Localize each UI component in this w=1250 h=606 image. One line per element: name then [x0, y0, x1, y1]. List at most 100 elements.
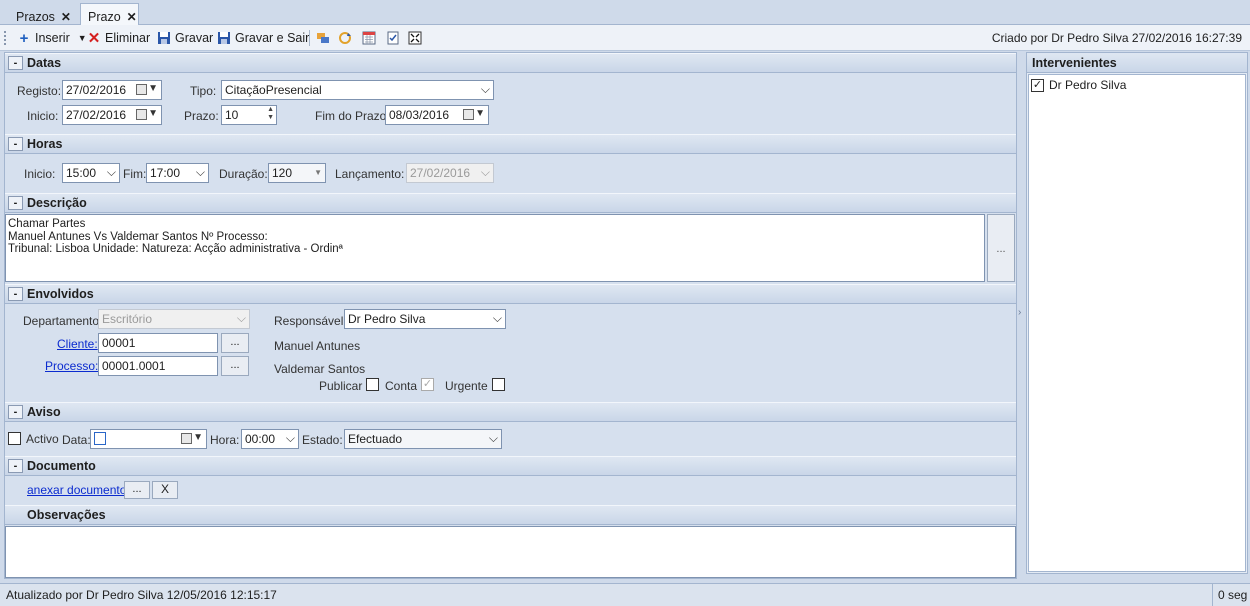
checklist-button[interactable]: [383, 29, 403, 47]
date-checkbox[interactable]: [94, 432, 106, 445]
calendar-icon: [136, 109, 147, 120]
expand-icon: [408, 31, 422, 45]
collapse-button[interactable]: -: [8, 196, 23, 210]
hora-fim-value: 17:00: [150, 166, 181, 180]
collapse-button[interactable]: -: [8, 405, 23, 419]
list-item[interactable]: ✓ Dr Pedro Silva: [1031, 78, 1126, 92]
section-aviso: - Aviso: [5, 402, 1016, 422]
refresh-button[interactable]: [335, 29, 355, 47]
registo-date-field[interactable]: 27/02/2016 ▼: [62, 80, 162, 100]
interveniente-checkbox[interactable]: ✓: [1031, 78, 1044, 92]
refresh-icon: [338, 31, 352, 45]
descricao-line: Chamar Partes: [8, 218, 86, 230]
chevron-down-icon[interactable]: ⌵: [286, 431, 295, 446]
tipo-select[interactable]: CitaçãoPresencial ⌵: [221, 80, 494, 100]
descricao-textarea[interactable]: Chamar Partes Manuel Antunes Vs Valdemar…: [5, 214, 985, 282]
chevron-down-icon[interactable]: ⌵: [196, 165, 205, 180]
save-label: Gravar: [175, 31, 214, 45]
intervenientes-header: Intervenientes: [1027, 53, 1247, 73]
departamento-value: Escritório: [102, 312, 153, 326]
chevron-down-icon[interactable]: ⌵: [481, 82, 490, 97]
chevron-down-icon[interactable]: ▼: [148, 108, 158, 119]
responsavel-label: Responsável:: [274, 314, 347, 328]
prazo-value: 10: [225, 108, 239, 122]
save-button[interactable]: Gravar: [154, 29, 216, 47]
prazo-stepper[interactable]: 10 ▲ ▼: [221, 105, 277, 125]
lancamento-value: 27/02/2016: [410, 166, 471, 180]
descricao-more-button[interactable]: ...: [987, 214, 1015, 282]
prazo-label: Prazo:: [184, 109, 219, 123]
fullscreen-button[interactable]: [405, 29, 425, 47]
departamento-select: Escritório ⌵: [98, 309, 250, 329]
registo-value: 27/02/2016: [66, 83, 127, 97]
intervenientes-panel: Intervenientes ✓ Dr Pedro Silva: [1026, 52, 1248, 574]
aviso-hora-select[interactable]: 00:00 ⌵: [241, 429, 299, 449]
remove-document-button[interactable]: X: [152, 481, 178, 499]
duracao-select[interactable]: 120 ▼: [268, 163, 326, 183]
collapse-button[interactable]: -: [8, 137, 23, 151]
processo-link[interactable]: Processo:: [45, 359, 98, 373]
lancamento-label: Lançamento:: [335, 167, 405, 181]
section-title: Descrição: [27, 196, 87, 210]
chevron-right-icon[interactable]: ›: [1018, 307, 1021, 318]
aviso-date-field[interactable]: ▼: [90, 429, 207, 449]
floppy-icon: [217, 31, 231, 45]
insert-label: Inserir: [35, 31, 70, 45]
cliente-name: Manuel Antunes: [274, 339, 361, 353]
section-envolvidos: - Envolvidos: [5, 284, 1016, 304]
cliente-lookup-button[interactable]: ...: [221, 333, 249, 353]
publicar-checkbox[interactable]: [366, 378, 379, 391]
status-bar: Atualizado por Dr Pedro Silva 12/05/2016…: [0, 583, 1250, 606]
attach-document-link[interactable]: anexar documento: [27, 483, 126, 497]
aviso-data-label: Data:: [62, 433, 91, 447]
stepper-arrows-icon[interactable]: ▲ ▼: [267, 106, 274, 122]
section-observacoes: Observações: [5, 505, 1016, 525]
save-exit-button[interactable]: Gravar e Sair: [214, 29, 312, 47]
urgente-checkbox[interactable]: [492, 378, 505, 391]
collapse-button[interactable]: -: [8, 459, 23, 473]
delete-button[interactable]: ✕ Eliminar: [84, 29, 153, 47]
chevron-down-icon[interactable]: ⌵: [489, 431, 498, 446]
fim-prazo-date-field[interactable]: 08/03/2016 ▼: [385, 105, 489, 125]
aviso-estado-select[interactable]: Efectuado ⌵: [344, 429, 502, 449]
chevron-down-icon[interactable]: ▼: [193, 432, 203, 443]
splitter[interactable]: ›: [1018, 52, 1025, 579]
departamento-label: Departamento:: [23, 314, 103, 328]
chevron-down-icon[interactable]: ⌵: [107, 165, 116, 180]
cliente-link[interactable]: Cliente:: [57, 337, 98, 351]
tab-prazo[interactable]: Prazo ✕: [80, 3, 139, 25]
hora-inicio-label: Inicio:: [24, 167, 56, 181]
conta-checkbox: ✓: [421, 378, 434, 391]
calendar-icon: [181, 433, 192, 444]
processo-lookup-button[interactable]: ...: [221, 356, 249, 376]
collapse-button[interactable]: -: [8, 56, 23, 70]
attach-browse-button[interactable]: ...: [124, 481, 150, 499]
observacoes-textarea[interactable]: [5, 526, 1016, 578]
chevron-down-icon[interactable]: ▼: [148, 83, 158, 94]
tab-prazos[interactable]: Prazos ✕: [2, 3, 81, 25]
hora-inicio-select[interactable]: 15:00 ⌵: [62, 163, 120, 183]
hora-fim-select[interactable]: 17:00 ⌵: [146, 163, 209, 183]
tab-label: Prazo: [88, 10, 121, 24]
responsavel-select[interactable]: Dr Pedro Silva ⌵: [344, 309, 506, 329]
transfer-button[interactable]: [313, 29, 333, 47]
insert-button[interactable]: + Inserir ▼: [14, 29, 90, 47]
processo-input[interactable]: 00001.0001: [98, 356, 218, 376]
aviso-estado-value: Efectuado: [348, 432, 403, 446]
calendar-button[interactable]: [359, 29, 379, 47]
descricao-line: Tribunal: Lisboa Unidade: Natureza: Acçã…: [8, 243, 343, 255]
calendar-icon: [136, 84, 147, 95]
cliente-value: 00001: [102, 336, 136, 350]
inicio-label: Inicio:: [27, 109, 59, 123]
chevron-down-icon[interactable]: ▼: [475, 108, 485, 119]
chevron-down-icon[interactable]: ▼: [314, 168, 322, 177]
cliente-input[interactable]: 00001: [98, 333, 218, 353]
inicio-date-field[interactable]: 27/02/2016 ▼: [62, 105, 162, 125]
close-icon[interactable]: ✕: [61, 10, 71, 24]
lancamento-select: 27/02/2016 ⌵: [406, 163, 494, 183]
elapsed-time: 0 seg: [1218, 588, 1248, 602]
close-icon[interactable]: ✕: [127, 10, 137, 24]
chevron-down-icon[interactable]: ⌵: [493, 311, 502, 326]
activo-checkbox[interactable]: [8, 432, 21, 445]
collapse-button[interactable]: -: [8, 287, 23, 301]
